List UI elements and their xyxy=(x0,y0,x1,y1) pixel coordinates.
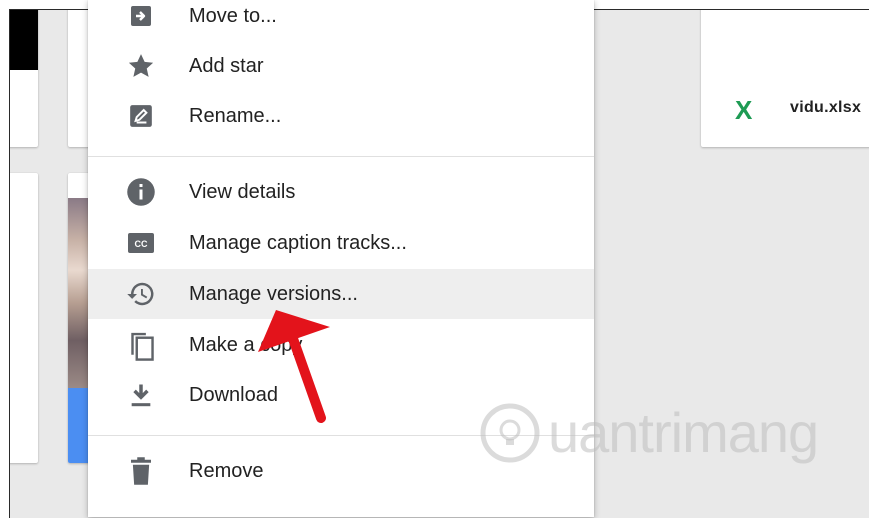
menu-item-label: Remove xyxy=(189,459,264,482)
info-icon xyxy=(121,172,161,212)
menu-item-label: Manage versions... xyxy=(189,282,358,305)
menu-item-add-star[interactable]: Add star xyxy=(88,41,594,91)
download-icon xyxy=(121,375,161,415)
menu-divider xyxy=(88,156,594,157)
menu-item-rename[interactable]: Rename... xyxy=(88,91,594,141)
context-menu: Move to... Add star Rename... View detai… xyxy=(88,0,594,517)
menu-item-download[interactable]: Download xyxy=(88,370,594,420)
file-card[interactable] xyxy=(10,173,38,463)
menu-item-view-details[interactable]: View details xyxy=(88,167,594,217)
menu-item-move-to[interactable]: Move to... xyxy=(88,0,594,41)
menu-divider xyxy=(88,435,594,436)
history-icon xyxy=(121,274,161,314)
menu-item-label: Rename... xyxy=(189,104,282,127)
file-card[interactable] xyxy=(10,10,38,147)
star-icon xyxy=(121,46,161,86)
rename-icon xyxy=(121,96,161,136)
svg-text:CC: CC xyxy=(135,239,148,249)
excel-icon: X xyxy=(735,95,753,125)
menu-item-manage-versions[interactable]: Manage versions... xyxy=(88,269,594,319)
menu-item-label: Manage caption tracks... xyxy=(189,231,407,254)
menu-item-label: Add star xyxy=(189,54,264,77)
copy-icon xyxy=(121,325,161,365)
trash-icon xyxy=(121,451,161,491)
menu-item-manage-caption-tracks[interactable]: CC Manage caption tracks... xyxy=(88,218,594,268)
menu-item-label: Make a copy xyxy=(189,333,303,356)
move-to-icon xyxy=(121,0,161,36)
menu-item-make-a-copy[interactable]: Make a copy xyxy=(88,320,594,370)
menu-item-label: Download xyxy=(189,383,278,406)
file-thumbnail xyxy=(10,10,38,70)
file-name[interactable]: vidu.xlsx xyxy=(790,99,861,117)
menu-item-label: Move to... xyxy=(189,4,277,27)
menu-item-remove[interactable]: Remove xyxy=(88,446,594,496)
file-card-vidu[interactable]: X vidu.xlsx xyxy=(701,10,869,147)
menu-item-label: View details xyxy=(189,180,296,203)
caption-icon: CC xyxy=(121,223,161,263)
